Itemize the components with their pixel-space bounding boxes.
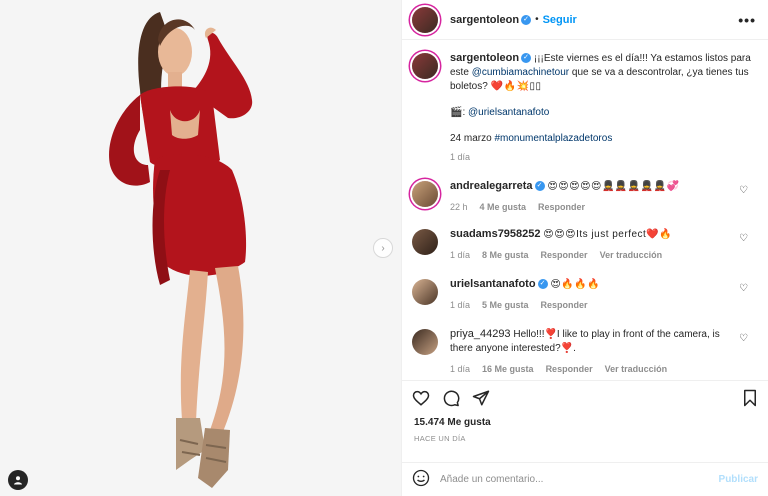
comment-likes[interactable]: 5 Me gusta [482,298,529,312]
post-header: sargentoleon ✓ • Seguir ••• [402,0,768,40]
credit-mention[interactable]: @urielsantanafoto [468,107,549,118]
comment-item: suadams7958252 😍😍😍Its just perfect❤️🔥 1 … [412,227,758,262]
verified-icon: ✓ [521,14,532,25]
author-avatar[interactable] [412,6,438,33]
comment-avatar[interactable] [412,329,438,355]
comment-text: 😍😍😍😍😍💂💂💂💂💂💞 [547,181,680,192]
post-side-panel: sargentoleon ✓ • Seguir ••• sargentoleon… [401,0,768,496]
comments-list[interactable]: sargentoleon ✓ ¡¡¡Este viernes es el día!… [402,41,768,379]
model-in-red-dress-image [0,0,401,496]
separator-dot: • [535,14,539,25]
caption-username[interactable]: sargentoleon [450,52,519,64]
share-icon[interactable] [472,389,490,410]
comment-item: andrealegarreta ✓ 😍😍😍😍😍💂💂💂💂💂💞 22 h 4 Me g… [412,179,758,214]
translate-button[interactable]: Ver traducción [600,248,663,262]
follow-button[interactable]: Seguir [543,14,577,26]
publish-button[interactable]: Publicar [719,474,758,485]
comment-avatar[interactable] [412,279,438,305]
heart-icon[interactable]: ♡ [739,185,748,196]
reply-button[interactable]: Responder [541,248,588,262]
comment-time[interactable]: 22 h [450,200,468,214]
reply-button[interactable]: Responder [541,298,588,312]
heart-icon[interactable] [412,389,430,410]
caption-hashtag[interactable]: #monumentalplazadetoros [494,133,612,144]
add-comment-bar: Publicar [402,462,768,496]
caption-time[interactable]: 1 día [450,150,470,164]
translate-button[interactable]: Ver traducción [605,362,668,376]
bookmark-icon[interactable] [742,389,758,410]
comment-input[interactable] [440,474,719,485]
caption: sargentoleon ✓ ¡¡¡Este viernes es el día!… [412,51,758,164]
reply-button[interactable]: Responder [538,200,585,214]
verified-icon: ✓ [534,181,545,192]
comment-username[interactable]: suadams7958252 [450,228,541,240]
clapper-icon: 🎬 [450,107,463,118]
comment-avatar[interactable] [412,181,438,207]
likes-count[interactable]: 15.474 Me gusta [402,417,768,428]
verified-icon: ✓ [537,279,548,290]
caption-emojis: ❤️🔥💥▯▯ [490,81,542,92]
emoji-icon[interactable] [412,469,430,490]
heart-icon[interactable]: ♡ [739,333,748,344]
comment-text: 😍🔥🔥🔥 [550,279,601,290]
comment-likes[interactable]: 4 Me gusta [480,200,527,214]
comment-icon[interactable] [442,389,460,410]
comment-username[interactable]: urielsantanafoto [450,278,536,290]
post-timestamp[interactable]: HACE UN DÍA [402,428,768,443]
reply-button[interactable]: Responder [546,362,593,376]
caption-mention[interactable]: @cumbiamachinetour [472,67,569,78]
user-tag-icon[interactable] [8,470,28,490]
comment-username[interactable]: priya_44293 [450,328,511,340]
comment-likes[interactable]: 16 Me gusta [482,362,534,376]
post-photo[interactable]: › [0,0,401,496]
caption-date: 24 marzo [450,133,495,144]
more-options-icon[interactable]: ••• [738,12,756,28]
comment-time[interactable]: 1 día [450,298,470,312]
comment-time[interactable]: 1 día [450,362,470,376]
post-actions: 15.474 Me gusta HACE UN DÍA [402,380,768,460]
comment-avatar[interactable] [412,229,438,255]
comment-item: priya_44293 Hello!!!❣️I like to play in … [412,327,758,376]
author-username[interactable]: sargentoleon [450,14,519,26]
heart-icon[interactable]: ♡ [739,283,748,294]
caption-avatar[interactable] [412,53,438,79]
comment-username[interactable]: andrealegarreta [450,180,533,192]
verified-icon: ✓ [521,53,532,64]
heart-icon[interactable]: ♡ [739,233,748,244]
comment-text: 😍😍😍Its just perfect❤️🔥 [543,229,673,240]
next-arrow-icon[interactable]: › [373,238,393,258]
comment-likes[interactable]: 8 Me gusta [482,248,529,262]
comment-time[interactable]: 1 día [450,248,470,262]
comment-item: urielsantanafoto ✓ 😍🔥🔥🔥 1 día 5 Me gusta … [412,277,758,312]
